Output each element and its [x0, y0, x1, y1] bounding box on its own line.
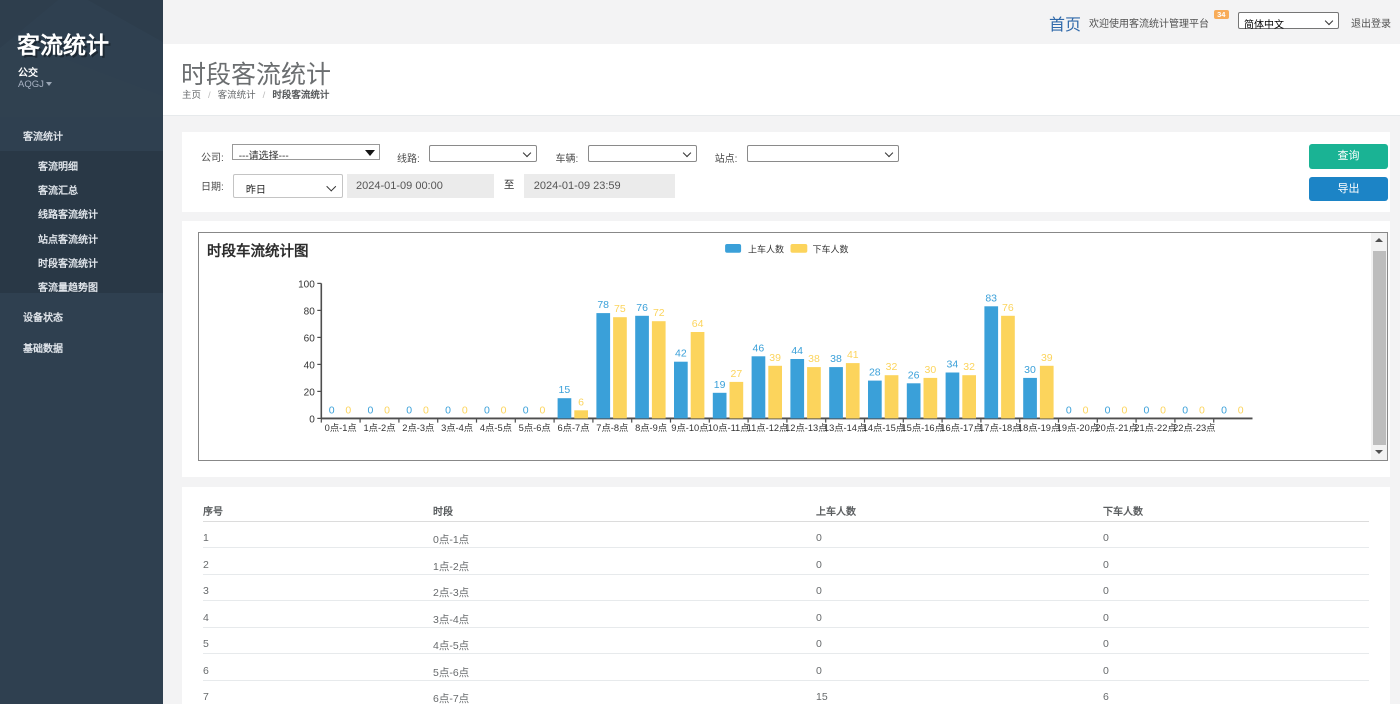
svg-text:下车人数: 下车人数 [812, 244, 848, 255]
svg-text:44: 44 [791, 345, 803, 357]
svg-text:19点-20点: 19点-20点 [1056, 423, 1098, 433]
svg-text:0: 0 [522, 405, 528, 417]
svg-text:40: 40 [303, 361, 315, 372]
svg-text:5点-6点: 5点-6点 [518, 423, 550, 433]
svg-text:83: 83 [985, 293, 997, 305]
svg-text:3点-4点: 3点-4点 [441, 423, 473, 433]
svg-text:0: 0 [1104, 405, 1110, 417]
svg-text:0: 0 [1121, 405, 1127, 417]
svg-text:0: 0 [445, 405, 451, 417]
svg-text:46: 46 [752, 343, 764, 355]
svg-text:64: 64 [691, 318, 703, 330]
svg-text:0: 0 [384, 405, 390, 417]
svg-text:76: 76 [1002, 302, 1014, 314]
svg-text:6点-7点: 6点-7点 [557, 423, 589, 433]
svg-text:32: 32 [963, 362, 975, 374]
svg-text:16点-17点: 16点-17点 [940, 423, 982, 433]
svg-text:20点-21点: 20点-21点 [1095, 423, 1137, 433]
svg-text:30: 30 [1024, 364, 1036, 376]
svg-text:11点-12点: 11点-12点 [746, 423, 788, 433]
svg-text:9点-10点: 9点-10点 [671, 423, 708, 433]
svg-text:0: 0 [539, 405, 545, 417]
svg-text:21点-22点: 21点-22点 [1134, 423, 1176, 433]
svg-text:0: 0 [345, 405, 351, 417]
svg-text:78: 78 [597, 300, 609, 312]
svg-text:100: 100 [298, 280, 315, 291]
svg-text:72: 72 [652, 308, 664, 320]
svg-text:30: 30 [924, 364, 936, 376]
svg-text:上车人数: 上车人数 [748, 244, 784, 255]
svg-text:0: 0 [328, 405, 334, 417]
svg-text:6: 6 [578, 397, 584, 409]
svg-text:12点-13点: 12点-13点 [785, 423, 827, 433]
svg-text:13点-14点: 13点-14点 [823, 423, 865, 433]
svg-text:0: 0 [309, 415, 315, 426]
svg-text:32: 32 [885, 362, 897, 374]
svg-text:0: 0 [483, 405, 489, 417]
svg-text:7点-8点: 7点-8点 [596, 423, 628, 433]
svg-text:39: 39 [1040, 352, 1052, 364]
svg-text:34: 34 [946, 359, 958, 371]
svg-text:0: 0 [1160, 405, 1166, 417]
svg-text:0: 0 [500, 405, 506, 417]
svg-text:15点-16点: 15点-16点 [901, 423, 943, 433]
svg-text:27: 27 [730, 368, 742, 380]
svg-text:17点-18点: 17点-18点 [979, 423, 1021, 433]
svg-text:1点-2点: 1点-2点 [363, 423, 395, 433]
svg-text:0: 0 [1237, 405, 1243, 417]
svg-text:0: 0 [1182, 405, 1188, 417]
svg-text:76: 76 [636, 302, 648, 314]
svg-text:39: 39 [769, 352, 781, 364]
svg-text:0: 0 [406, 405, 412, 417]
svg-text:75: 75 [614, 304, 626, 316]
svg-text:80: 80 [303, 307, 315, 318]
svg-text:0: 0 [1065, 405, 1071, 417]
svg-text:0: 0 [367, 405, 373, 417]
svg-text:0: 0 [1143, 405, 1149, 417]
svg-text:14点-15点: 14点-15点 [862, 423, 904, 433]
svg-text:20: 20 [303, 388, 315, 399]
svg-text:0: 0 [1082, 405, 1088, 417]
svg-text:0: 0 [1221, 405, 1227, 417]
svg-text:15: 15 [558, 385, 570, 397]
svg-text:28: 28 [868, 367, 880, 379]
svg-text:41: 41 [846, 350, 858, 362]
svg-text:4点-5点: 4点-5点 [479, 423, 511, 433]
svg-text:0: 0 [422, 405, 428, 417]
svg-text:0: 0 [1198, 405, 1204, 417]
svg-text:19: 19 [713, 379, 725, 391]
svg-text:0: 0 [461, 405, 467, 417]
svg-text:38: 38 [830, 354, 842, 366]
svg-text:22点-23点: 22点-23点 [1173, 423, 1215, 433]
svg-text:42: 42 [675, 348, 687, 360]
svg-text:8点-9点: 8点-9点 [635, 423, 667, 433]
svg-text:60: 60 [303, 334, 315, 345]
svg-text:0点-1点: 0点-1点 [324, 423, 356, 433]
svg-text:18点-19点: 18点-19点 [1017, 423, 1059, 433]
svg-text:2点-3点: 2点-3点 [402, 423, 434, 433]
svg-text:10点-11点: 10点-11点 [707, 423, 749, 433]
svg-text:38: 38 [808, 354, 820, 366]
svg-text:26: 26 [907, 370, 919, 382]
